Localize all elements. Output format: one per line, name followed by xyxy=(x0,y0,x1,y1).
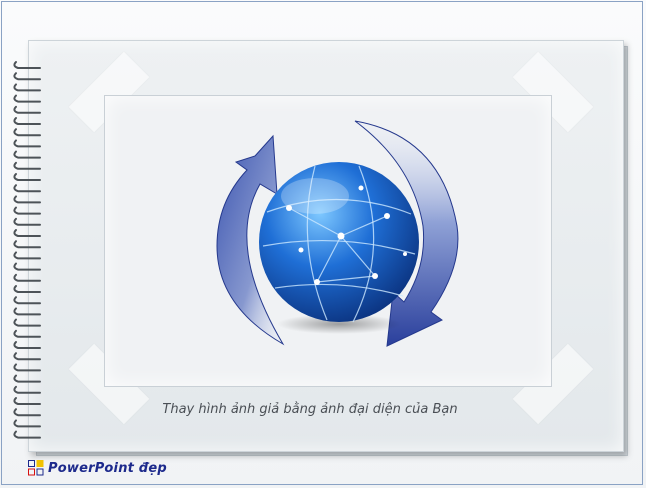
spiral-coil xyxy=(13,341,41,349)
spiral-coil xyxy=(13,72,41,81)
spiral-coil xyxy=(13,229,41,237)
brand-name: PowerPoint đẹp xyxy=(48,460,167,476)
spiral-coil xyxy=(13,94,41,103)
spiral-coil xyxy=(13,352,41,361)
logo-squares-icon xyxy=(28,460,44,476)
spiral-coil xyxy=(13,273,41,282)
spiral-coil xyxy=(13,251,41,260)
spiral-coil xyxy=(13,285,41,293)
spiral-coil xyxy=(13,374,41,383)
spiral-coil xyxy=(13,83,41,92)
spiral-coil xyxy=(13,195,41,204)
spiral-coil xyxy=(13,296,41,305)
spiral-coil xyxy=(13,240,41,249)
spiral-coil xyxy=(13,150,41,159)
spiral-coil xyxy=(13,262,41,271)
spiral-coil xyxy=(13,117,41,125)
globe-sync-icon xyxy=(216,120,459,347)
spiral-coil xyxy=(13,173,41,181)
spiral-coil xyxy=(13,184,41,193)
spiral-coil xyxy=(13,408,41,417)
spiral-coil xyxy=(13,161,41,170)
spiral-coil xyxy=(13,307,41,316)
spiral-coil xyxy=(13,139,41,148)
spiral-coil xyxy=(13,206,41,215)
spiral-coil xyxy=(13,128,41,137)
caption-text: Thay hình ảnh giả bằng ảnh đại diện của … xyxy=(162,402,458,417)
spiral-coil xyxy=(13,105,41,114)
brand-logo: PowerPoint đẹp xyxy=(28,458,167,478)
spiral-coil xyxy=(13,385,41,394)
spiral-coil xyxy=(13,217,41,226)
spiral-coil xyxy=(13,430,41,439)
spiral-coil xyxy=(13,419,41,428)
spiral-coil xyxy=(13,329,41,338)
spiral-coil xyxy=(13,318,41,327)
spiral-coil xyxy=(13,397,41,405)
spiral-coil xyxy=(13,61,41,69)
spiral-binding xyxy=(13,61,41,439)
spiral-coil xyxy=(13,363,41,372)
photo-placeholder[interactable] xyxy=(104,95,552,387)
